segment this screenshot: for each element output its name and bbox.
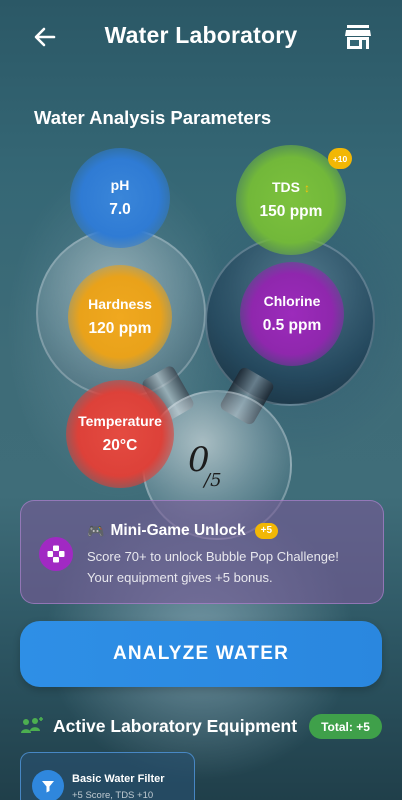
- mini-game-badge: +5: [254, 523, 279, 539]
- gamepad-icon: [39, 537, 73, 571]
- chlorine-value: 0.5 ppm: [262, 317, 322, 334]
- app-header: Water Laboratory: [0, 0, 402, 74]
- mini-game-bonus-text: Your equipment gives +5 bonus.: [87, 570, 273, 585]
- equipment-item-desc: +5 Score, TDS +10: [72, 790, 154, 800]
- hardness-label: Hardness: [88, 296, 152, 312]
- tds-trend-icon: ↕: [304, 181, 310, 195]
- section-title-parameters: Water Analysis Parameters: [34, 107, 272, 128]
- page-title: Water Laboratory: [104, 22, 298, 48]
- mini-game-title: Mini-Game Unlock: [110, 522, 246, 539]
- score-display: 0 /5: [186, 440, 236, 500]
- hardness-bubble[interactable]: Hardness 120 ppm: [68, 265, 172, 369]
- mini-game-card[interactable]: 🎮 Mini-Game Unlock +5 Score 70+ to unloc…: [20, 500, 384, 604]
- equipment-total-badge: Total: +5: [309, 714, 382, 739]
- equipment-section-title: Active Laboratory Equipment: [53, 716, 298, 736]
- tds-value: 150 ppm: [259, 203, 323, 220]
- analyze-water-button[interactable]: ANALYZE WATER: [20, 621, 382, 687]
- temperature-bubble[interactable]: Temperature 20°C: [66, 380, 174, 488]
- chlorine-label: Chlorine: [263, 293, 321, 309]
- controller-icon: 🎮: [87, 522, 105, 539]
- ph-bubble[interactable]: pH 7.0: [70, 148, 170, 248]
- mini-game-title-row: 🎮 Mini-Game Unlock +5: [87, 522, 279, 540]
- filter-icon: [32, 770, 64, 800]
- mini-game-description: Score 70+ to unlock Bubble Pop Challenge…: [87, 549, 339, 564]
- chlorine-bubble[interactable]: Chlorine 0.5 ppm: [240, 262, 344, 366]
- tds-label-row: TDS ↕: [272, 179, 310, 195]
- equipment-item-name: Basic Water Filter: [72, 773, 165, 785]
- temperature-value: 20°C: [102, 437, 138, 454]
- ph-value: 7.0: [109, 201, 131, 218]
- lab-equipment-icon: [20, 716, 44, 738]
- temperature-label: Temperature: [78, 413, 162, 429]
- tds-bonus-badge: +10: [328, 148, 352, 169]
- store-icon[interactable]: [344, 24, 372, 50]
- tds-label: TDS: [272, 179, 300, 195]
- score-total: /5: [204, 470, 222, 491]
- hardness-value: 120 ppm: [88, 320, 152, 337]
- ph-label: pH: [110, 177, 130, 193]
- equipment-item[interactable]: Basic Water Filter +5 Score, TDS +10: [20, 752, 195, 800]
